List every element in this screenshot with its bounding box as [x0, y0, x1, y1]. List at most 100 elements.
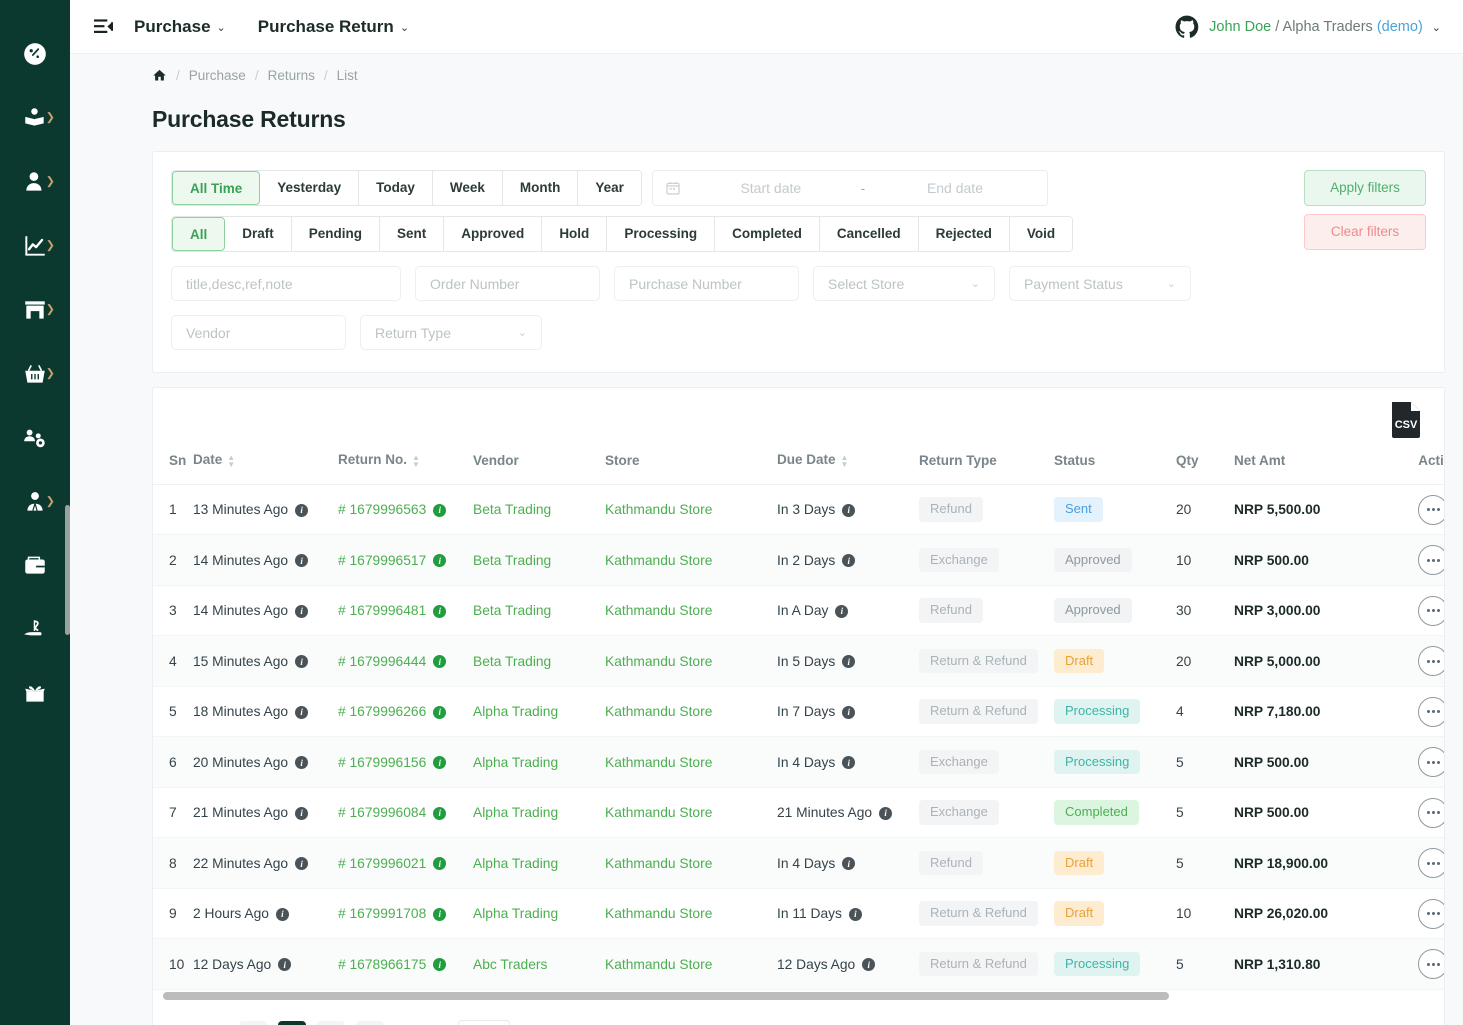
cell-return-no[interactable]: # 1679996021 i: [338, 837, 473, 889]
cell-store[interactable]: Kathmandu Store: [605, 635, 777, 687]
start-date-input[interactable]: Start date: [691, 180, 851, 196]
info-icon[interactable]: i: [433, 705, 447, 719]
return-no-link[interactable]: # 1679996021: [338, 856, 426, 871]
vendor-link[interactable]: Beta Trading: [473, 502, 551, 517]
return-no-link[interactable]: # 1679996266: [338, 704, 426, 719]
time-range-yesterday[interactable]: Yesterday: [260, 171, 360, 206]
goto-page-input[interactable]: 1: [458, 1019, 511, 1025]
cell-vendor[interactable]: Alpha Trading: [473, 837, 605, 889]
sidebar-item-reports[interactable]: ❯: [0, 214, 70, 278]
column-header-vendor[interactable]: Vendor: [473, 442, 605, 485]
info-icon[interactable]: i: [842, 655, 856, 669]
status-filter-all[interactable]: All: [172, 217, 226, 252]
sidebar-item-catalog[interactable]: ❯: [0, 86, 70, 150]
row-actions-button[interactable]: [1418, 898, 1444, 929]
table-row[interactable]: 5 18 Minutes Ago i # 1679996266 i Alpha Tradi…: [153, 686, 1444, 738]
end-date-input[interactable]: End date: [875, 180, 1035, 196]
store-link[interactable]: Kathmandu Store: [605, 906, 712, 921]
table-row[interactable]: 2 14 Minutes Ago i # 1679996517 i Beta Tradin…: [153, 534, 1444, 586]
status-filter-void[interactable]: Void: [1009, 217, 1073, 252]
apply-filters-button[interactable]: Apply filters: [1304, 170, 1426, 207]
breadcrumb-item-returns[interactable]: Returns: [268, 68, 315, 83]
info-icon[interactable]: i: [842, 503, 856, 517]
vendor-link[interactable]: Beta Trading: [473, 553, 551, 568]
order-number-input[interactable]: Order Number: [415, 266, 600, 302]
sidebar-item-user-management[interactable]: [0, 406, 70, 470]
return-no-link[interactable]: # 1679996084: [338, 805, 426, 820]
store-link[interactable]: Kathmandu Store: [605, 704, 712, 719]
sidebar-item-accounts[interactable]: [0, 534, 70, 598]
info-icon[interactable]: i: [835, 604, 849, 618]
vendor-link[interactable]: Alpha Trading: [473, 856, 558, 871]
info-icon[interactable]: i: [842, 554, 856, 568]
return-no-link[interactable]: # 1678966175: [338, 957, 426, 972]
clear-filters-button[interactable]: Clear filters: [1304, 214, 1426, 251]
info-icon[interactable]: i: [433, 907, 447, 921]
table-horizontal-scrollbar[interactable]: [153, 989, 1444, 1004]
sidebar-item-expenses[interactable]: [0, 598, 70, 662]
store-link[interactable]: Kathmandu Store: [605, 553, 712, 568]
payment-status-dropdown[interactable]: Payment Status ⌄: [1009, 266, 1191, 302]
info-icon[interactable]: i: [433, 604, 447, 618]
status-filter-cancelled[interactable]: Cancelled: [819, 217, 919, 252]
pagination-page-1[interactable]: 1: [278, 1020, 307, 1025]
table-row[interactable]: 8 22 Minutes Ago i # 1679996021 i Alpha Tradi…: [153, 837, 1444, 889]
info-icon[interactable]: i: [295, 806, 309, 820]
store-link[interactable]: Kathmandu Store: [605, 502, 712, 517]
row-actions-button[interactable]: [1418, 848, 1444, 879]
cell-vendor[interactable]: Alpha Trading: [473, 686, 605, 738]
table-row[interactable]: 3 14 Minutes Ago i # 1679996481 i Beta Tradin…: [153, 585, 1444, 637]
info-icon[interactable]: i: [433, 958, 447, 972]
cell-store[interactable]: Kathmandu Store: [605, 888, 777, 940]
cell-store[interactable]: Kathmandu Store: [605, 534, 777, 586]
table-row[interactable]: 10 12 Days Ago i # 1678966175 i Abc Traders Ka…: [153, 938, 1444, 990]
vendor-input[interactable]: Vendor: [171, 315, 346, 351]
column-header-return-type[interactable]: Return Type: [919, 442, 1054, 485]
top-menu-purchase[interactable]: Purchase ⌄: [118, 17, 242, 37]
cell-store[interactable]: Kathmandu Store: [605, 837, 777, 889]
vendor-link[interactable]: Beta Trading: [473, 654, 551, 669]
cell-return-no[interactable]: # 1679996084 i: [338, 787, 473, 839]
sort-icon[interactable]: ▲ ▼: [412, 453, 420, 468]
table-row[interactable]: 4 15 Minutes Ago i # 1679996444 i Beta Tradin…: [153, 635, 1444, 687]
row-actions-button[interactable]: [1418, 494, 1444, 525]
info-icon[interactable]: i: [295, 705, 309, 719]
table-row[interactable]: 92 Hours Ago i # 1679991708 i Alpha Trading K…: [153, 888, 1444, 940]
cell-vendor[interactable]: Beta Trading: [473, 484, 605, 536]
cell-vendor[interactable]: Alpha Trading: [473, 736, 605, 788]
info-icon[interactable]: i: [862, 958, 876, 972]
vendor-link[interactable]: Alpha Trading: [473, 906, 558, 921]
vendor-link[interactable]: Beta Trading: [473, 603, 551, 618]
chevron-down-icon[interactable]: ⌄: [1432, 21, 1441, 34]
breadcrumb-item-list[interactable]: List: [337, 68, 358, 83]
info-icon[interactable]: i: [848, 907, 862, 921]
info-icon[interactable]: i: [433, 756, 447, 770]
user-account-area[interactable]: John Doe / Alpha Traders (demo) ⌄: [1174, 14, 1463, 40]
sort-icon[interactable]: ▲ ▼: [841, 453, 849, 468]
column-header-status[interactable]: Status: [1054, 442, 1176, 485]
status-filter-draft[interactable]: Draft: [225, 217, 292, 252]
row-actions-button[interactable]: [1418, 949, 1444, 980]
return-no-link[interactable]: # 1679996156: [338, 755, 426, 770]
info-icon[interactable]: i: [295, 655, 309, 669]
return-no-link[interactable]: # 1679996444: [338, 654, 426, 669]
return-type-dropdown[interactable]: Return Type ⌄: [360, 315, 542, 351]
info-icon[interactable]: i: [433, 806, 447, 820]
cell-vendor[interactable]: Alpha Trading: [473, 787, 605, 839]
cell-store[interactable]: Kathmandu Store: [605, 787, 777, 839]
cell-store[interactable]: Kathmandu Store: [605, 585, 777, 637]
cell-store[interactable]: Kathmandu Store: [605, 736, 777, 788]
info-icon[interactable]: i: [842, 756, 856, 770]
info-icon[interactable]: i: [433, 857, 447, 871]
time-range-month[interactable]: Month: [502, 171, 579, 206]
column-header-net-amt[interactable]: Net Amt: [1234, 442, 1376, 485]
sidebar-item-inventory[interactable]: [0, 662, 70, 726]
info-icon[interactable]: i: [278, 958, 292, 972]
sidebar-item-store[interactable]: ❯: [0, 278, 70, 342]
return-no-link[interactable]: # 1679991708: [338, 906, 426, 921]
table-row[interactable]: 1 13 Minutes Ago i # 1679996563 i Beta Tradin…: [153, 484, 1444, 536]
row-actions-button[interactable]: [1418, 646, 1444, 677]
select-store-dropdown[interactable]: Select Store ⌄: [813, 266, 995, 302]
cell-return-no[interactable]: # 1679991708 i: [338, 888, 473, 940]
cell-return-no[interactable]: # 1679996444 i: [338, 635, 473, 687]
